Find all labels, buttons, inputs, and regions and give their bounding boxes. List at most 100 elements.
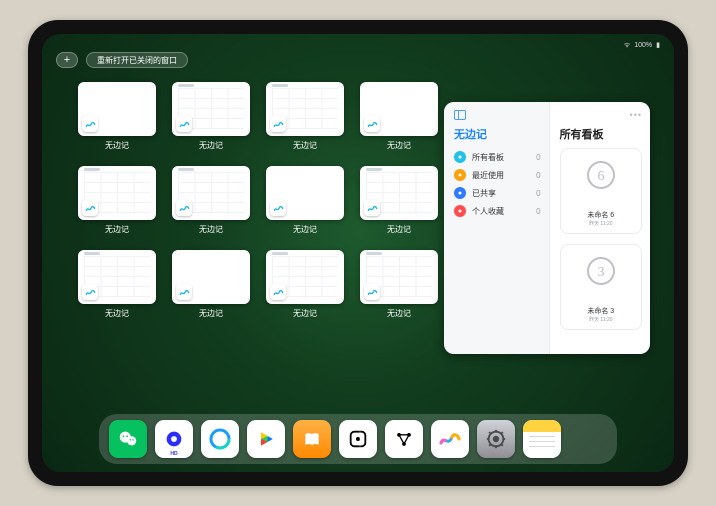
freeform-badge-icon bbox=[364, 116, 380, 132]
sidebar-item[interactable]: ● 最近使用 0 bbox=[454, 166, 541, 184]
window-thumbnail bbox=[360, 250, 438, 304]
window-label: 无边记 bbox=[387, 224, 411, 235]
status-bar: ᯤ 100% ▮ bbox=[42, 38, 674, 52]
board-card[interactable]: 6 未命名 6昨天 11:20 bbox=[560, 148, 642, 234]
svg-text:3: 3 bbox=[597, 265, 604, 280]
app-window[interactable]: 无边记 bbox=[78, 82, 156, 156]
freeform-badge-icon bbox=[270, 116, 286, 132]
window-label: 无边记 bbox=[105, 224, 129, 235]
wechat-app-icon[interactable] bbox=[109, 420, 147, 458]
sidebar-item-count: 0 bbox=[536, 189, 540, 198]
sidebar-item[interactable]: ● 所有看板 0 bbox=[454, 148, 541, 166]
board-date: 昨天 11:20 bbox=[587, 316, 614, 323]
sidebar-item-icon: ● bbox=[454, 151, 466, 163]
window-label: 无边记 bbox=[199, 308, 223, 319]
app-window[interactable]: 无边记 bbox=[172, 166, 250, 240]
window-label: 无边记 bbox=[387, 308, 411, 319]
freeform-badge-icon bbox=[270, 200, 286, 216]
window-thumbnail bbox=[172, 82, 250, 136]
board-card[interactable]: 3 未命名 3昨天 11:20 bbox=[560, 244, 642, 330]
dock: HD bbox=[99, 414, 617, 464]
sidebar-left-pane: 无边记 ●所有看板0●最近使用0●已共享0●个人收藏0 bbox=[444, 102, 550, 354]
app-window[interactable]: 无边记 bbox=[266, 166, 344, 240]
freeform-badge-icon bbox=[176, 284, 192, 300]
dock-separator bbox=[360, 422, 361, 456]
top-bar: + 重新打开已关闭的窗口 bbox=[56, 52, 188, 68]
app-library-stack[interactable] bbox=[569, 420, 607, 458]
app-window[interactable]: 无边记 bbox=[172, 250, 250, 324]
freeform-badge-icon bbox=[364, 284, 380, 300]
app-window[interactable]: 无边记 bbox=[266, 82, 344, 156]
board-scribble: 6 bbox=[581, 155, 621, 195]
sidebar-item-label: 已共享 bbox=[472, 188, 496, 199]
sidebar-item-count: 0 bbox=[536, 153, 540, 162]
window-thumbnail bbox=[172, 166, 250, 220]
sidebar-toggle-icon[interactable] bbox=[454, 110, 466, 120]
sidebar-item[interactable]: ●已共享0 bbox=[454, 184, 541, 202]
window-label: 无边记 bbox=[199, 140, 223, 151]
dice-app-icon[interactable] bbox=[339, 420, 377, 458]
sidebar-item[interactable]: ● 个人收藏 0 bbox=[454, 202, 541, 220]
battery-icon: ▮ bbox=[656, 41, 660, 49]
sidebar-app-title: 无边记 bbox=[454, 126, 541, 142]
browser-app-icon[interactable] bbox=[201, 420, 239, 458]
window-label: 无边记 bbox=[199, 224, 223, 235]
board-title: 未命名 6 bbox=[587, 210, 614, 220]
window-thumbnail bbox=[78, 82, 156, 136]
sidebar-item-count: 0 bbox=[536, 207, 540, 216]
board-date: 昨天 11:20 bbox=[587, 220, 614, 227]
books-app-icon[interactable] bbox=[293, 420, 331, 458]
window-label: 无边记 bbox=[387, 140, 411, 151]
app-window[interactable]: 无边记 bbox=[78, 166, 156, 240]
app-window[interactable]: 无边记 bbox=[78, 250, 156, 324]
play-app-icon[interactable] bbox=[247, 420, 285, 458]
reopen-closed-window-button[interactable]: 重新打开已关闭的窗口 bbox=[86, 52, 188, 68]
quark-app-icon[interactable]: HD bbox=[155, 420, 193, 458]
freeform-badge-icon bbox=[176, 200, 192, 216]
freeform-badge-icon bbox=[82, 284, 98, 300]
battery-level: 100% bbox=[634, 42, 652, 49]
notes-app-icon[interactable] bbox=[523, 420, 561, 458]
window-thumbnail bbox=[266, 82, 344, 136]
board-title: 未命名 3 bbox=[587, 306, 614, 316]
settings-app-icon[interactable] bbox=[477, 420, 515, 458]
window-label: 无边记 bbox=[293, 308, 317, 319]
app-window[interactable]: 无边记 bbox=[360, 250, 438, 324]
sidebar-item-count: 0 bbox=[536, 171, 540, 180]
window-label: 无边记 bbox=[293, 224, 317, 235]
window-thumbnail bbox=[360, 166, 438, 220]
sidebar-item-label: 个人收藏 bbox=[472, 206, 504, 217]
sidebar-item-icon: ● bbox=[454, 169, 466, 181]
board-scribble: 3 bbox=[581, 251, 621, 291]
window-label: 无边记 bbox=[105, 308, 129, 319]
graph-app-icon[interactable] bbox=[385, 420, 423, 458]
wifi-icon: ᯤ bbox=[624, 41, 630, 50]
sidebar-item-label: 最近使用 bbox=[472, 170, 504, 181]
app-window[interactable]: 无边记 bbox=[172, 82, 250, 156]
svg-text:6: 6 bbox=[597, 169, 604, 184]
plus-icon: + bbox=[64, 54, 70, 66]
freeform-badge-icon bbox=[82, 116, 98, 132]
sidebar-item-icon: ● bbox=[454, 205, 466, 217]
app-window[interactable]: 无边记 bbox=[266, 250, 344, 324]
ipad-frame: ᯤ 100% ▮ + 重新打开已关闭的窗口 无边记无边记无边记无边记无边记无边记… bbox=[28, 20, 688, 486]
window-label: 无边记 bbox=[293, 140, 317, 151]
freeform-sidebar-window[interactable]: 无边记 ●所有看板0●最近使用0●已共享0●个人收藏0 ••• 所有看板 6未命… bbox=[444, 102, 650, 354]
freeform-app-icon[interactable] bbox=[431, 420, 469, 458]
sidebar-right-pane: ••• 所有看板 6未命名 6昨天 11:203未命名 3昨天 11:20 bbox=[550, 102, 650, 354]
reopen-label: 重新打开已关闭的窗口 bbox=[97, 55, 177, 66]
freeform-badge-icon bbox=[82, 200, 98, 216]
window-thumbnail bbox=[360, 82, 438, 136]
app-window[interactable]: 无边记 bbox=[360, 166, 438, 240]
window-label: 无边记 bbox=[105, 140, 129, 151]
freeform-badge-icon bbox=[176, 116, 192, 132]
more-icon[interactable]: ••• bbox=[630, 110, 642, 120]
app-window[interactable]: 无边记 bbox=[360, 82, 438, 156]
freeform-badge-icon bbox=[364, 200, 380, 216]
sidebar-item-label: 所有看板 bbox=[472, 152, 504, 163]
window-thumbnail bbox=[78, 250, 156, 304]
freeform-badge-icon bbox=[270, 284, 286, 300]
screen: ᯤ 100% ▮ + 重新打开已关闭的窗口 无边记无边记无边记无边记无边记无边记… bbox=[42, 34, 674, 472]
new-window-button[interactable]: + bbox=[56, 52, 78, 68]
app-windows-grid: 无边记无边记无边记无边记无边记无边记无边记无边记无边记无边记无边记无边记 bbox=[78, 82, 438, 324]
